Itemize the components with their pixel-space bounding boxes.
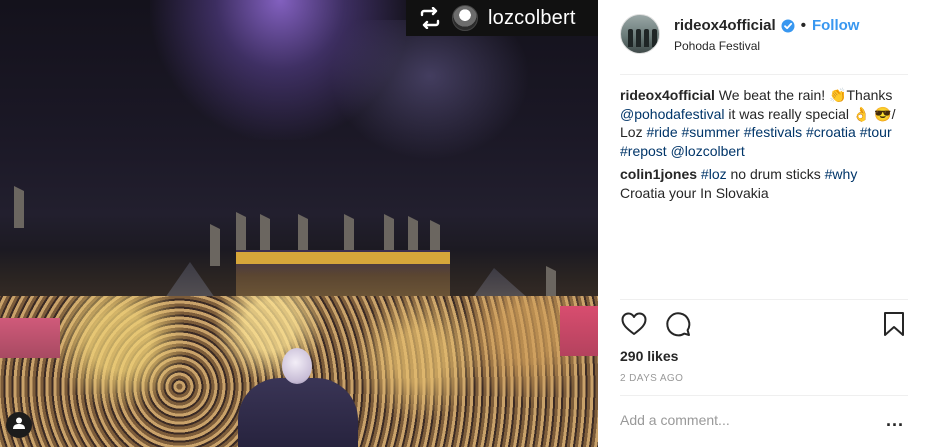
more-options-button[interactable]: ... xyxy=(886,410,904,431)
avatar-figure xyxy=(628,29,633,47)
user-tag-icon xyxy=(12,416,26,435)
header-divider xyxy=(620,74,908,75)
user-tag-button[interactable] xyxy=(6,412,32,438)
post-sidebar: rideox4official • Follow Pohoda Festival… xyxy=(598,0,931,447)
hashtag-link[interactable]: #loz xyxy=(701,166,727,182)
repost-avatar xyxy=(452,5,478,31)
sunglasses-emoji: 😎 xyxy=(874,105,892,122)
comment-box-divider xyxy=(620,395,908,396)
caption-username[interactable]: rideox4official xyxy=(620,87,715,103)
festival-flag xyxy=(236,212,246,254)
header-user-row: rideox4official • Follow xyxy=(674,17,859,34)
avatar-figure xyxy=(644,29,649,47)
comment-username[interactable]: colin1jones xyxy=(620,166,697,182)
caption-text: Thanks xyxy=(846,87,893,103)
clap-emoji: 👏 xyxy=(829,87,847,103)
caption: rideox4official We beat the rain! 👏Thank… xyxy=(620,86,912,160)
action-bar xyxy=(620,310,910,338)
comments-list: rideox4official We beat the rain! 👏Thank… xyxy=(620,86,912,207)
comment-form: ... xyxy=(620,408,910,432)
repost-icon xyxy=(418,6,442,30)
mention-link[interactable]: @lozcolbert xyxy=(671,143,745,159)
like-heart-icon[interactable] xyxy=(620,310,648,338)
post-timestamp[interactable]: 2 DAYS AGO xyxy=(620,373,683,384)
performer-body xyxy=(238,378,358,447)
repost-attribution: lozcolbert xyxy=(406,0,598,36)
avatar-figure xyxy=(652,29,657,47)
hashtag-link[interactable]: #croatia xyxy=(806,124,856,140)
repost-username: lozcolbert xyxy=(488,6,576,29)
ok-hand-emoji: 👌 xyxy=(852,105,871,122)
crowd-pink-banner-left xyxy=(0,318,60,358)
header-separator: • xyxy=(800,17,806,34)
mention-link[interactable]: @pohodafestival xyxy=(620,106,725,122)
actions-divider xyxy=(620,299,908,300)
caption-text: We beat the rain! xyxy=(714,87,830,103)
performer-head xyxy=(282,348,312,384)
stadium-banner xyxy=(236,252,450,264)
festival-flag xyxy=(14,186,24,228)
comment-bubble-icon[interactable] xyxy=(664,310,692,338)
header-username[interactable]: rideox4official xyxy=(674,17,776,34)
post-header: rideox4official • Follow Pohoda Festival xyxy=(598,0,931,74)
location-link[interactable]: Pohoda Festival xyxy=(674,39,760,53)
avatar[interactable] xyxy=(620,14,660,54)
festival-flag xyxy=(210,224,220,266)
verified-badge-icon xyxy=(781,19,795,33)
post-photo[interactable]: lozcolbert xyxy=(0,0,598,447)
hashtag-link[interactable]: #why xyxy=(825,166,858,182)
crowd-pink-banner-right xyxy=(560,306,598,356)
comment-text: no drum sticks xyxy=(726,166,825,182)
comment-text: Croatia your In Slovakia xyxy=(620,184,769,201)
stage-light-glow xyxy=(330,20,530,160)
hashtag-link[interactable]: #repost xyxy=(620,143,667,159)
hashtag-link[interactable]: #ride xyxy=(646,124,677,140)
hashtag-link[interactable]: #summer xyxy=(682,124,740,140)
likes-count[interactable]: 290 likes xyxy=(620,348,678,364)
caption-text: it was really special xyxy=(724,105,853,122)
avatar-figure xyxy=(636,29,641,47)
comment: colin1jones #loz no drum sticks #why Croa… xyxy=(620,165,912,202)
add-comment-input[interactable] xyxy=(620,408,870,432)
hashtag-link[interactable]: #tour xyxy=(860,124,892,140)
hashtag-link[interactable]: #festivals xyxy=(744,124,802,140)
save-bookmark-icon[interactable] xyxy=(880,310,908,338)
follow-button[interactable]: Follow xyxy=(812,17,860,34)
